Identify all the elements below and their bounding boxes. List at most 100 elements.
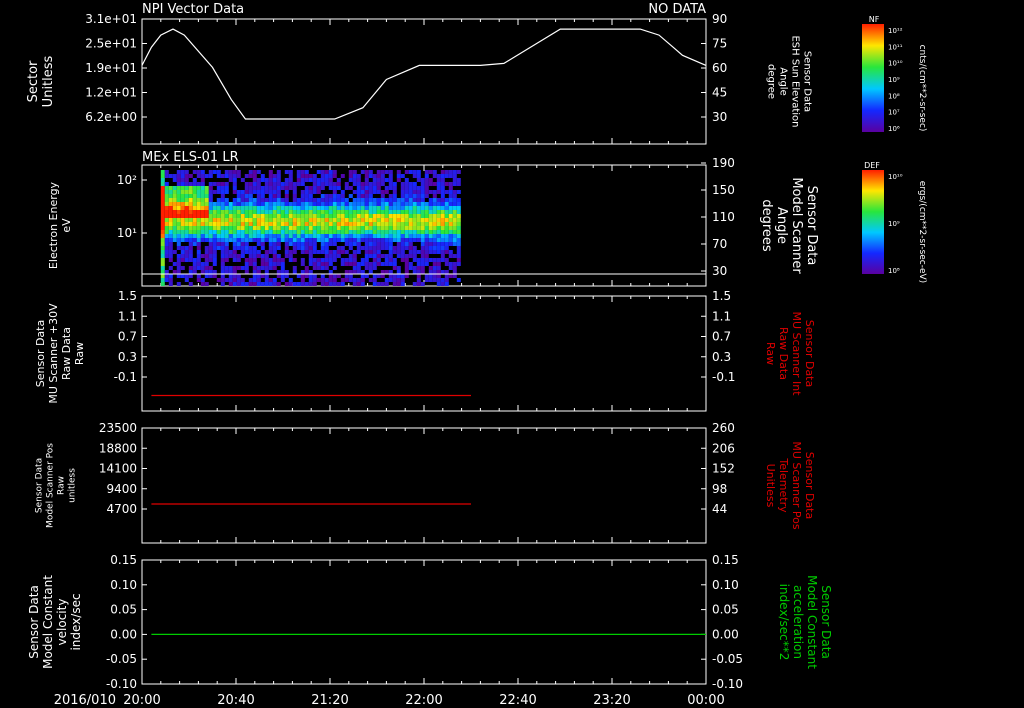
heatmap-cell (320, 218, 325, 222)
heatmap-cell (452, 242, 457, 246)
heatmap-cell (180, 206, 185, 210)
heatmap-cell (244, 190, 249, 194)
heatmap-cell (356, 214, 361, 218)
heatmap-cell (232, 198, 237, 202)
heatmap-cell (360, 262, 365, 266)
heatmap-cell (420, 250, 425, 254)
heatmap-cell (412, 198, 417, 202)
heatmap-cell (408, 202, 413, 206)
heatmap-cell (396, 246, 401, 250)
heatmap-cell (276, 242, 281, 246)
heatmap-cell (236, 258, 241, 262)
heatmap-cell (392, 226, 397, 230)
heatmap-cell (232, 226, 237, 230)
heatmap-cell (428, 230, 433, 234)
heatmap-cell (352, 222, 357, 226)
heatmap-cell (444, 226, 449, 230)
heatmap-cell (316, 214, 321, 218)
heatmap-cell (320, 226, 325, 230)
heatmap-cell (268, 258, 273, 262)
heatmap-cell (280, 214, 285, 218)
heatmap-cell (164, 218, 169, 222)
y2-tick-label: 1.5 (712, 289, 731, 303)
heatmap-cell (252, 270, 257, 274)
heatmap-cell (184, 206, 189, 210)
heatmap-cell (308, 246, 313, 250)
heatmap-cell (436, 258, 441, 262)
heatmap-cell (456, 202, 461, 206)
heatmap-cell (164, 242, 169, 246)
heatmap-cell (160, 238, 165, 242)
heatmap-cell (312, 206, 317, 210)
heatmap-cell (424, 250, 429, 254)
heatmap-cell (396, 250, 401, 254)
heatmap-cell (428, 202, 433, 206)
heatmap-cell (324, 170, 329, 174)
y-axis-label-line: velocity (55, 599, 69, 646)
y2-axis-label-line: acceleration (791, 585, 805, 659)
heatmap-cell (412, 250, 417, 254)
y2-axis-label-line: Raw Data (777, 327, 790, 380)
heatmap-cell (356, 210, 361, 214)
heatmap-cell (172, 234, 177, 238)
heatmap-cell (212, 242, 217, 246)
x-tick-label: 00:00 (687, 693, 724, 708)
heatmap-cell (420, 258, 425, 262)
heatmap-cell (264, 210, 269, 214)
heatmap-cell (384, 282, 389, 286)
y-tick-label: -0.10 (106, 677, 137, 691)
heatmap-cell (288, 238, 293, 242)
heatmap-cell (228, 206, 233, 210)
heatmap-cell (396, 230, 401, 234)
heatmap-cell (424, 174, 429, 178)
heatmap-cell (240, 266, 245, 270)
heatmap-cell (440, 234, 445, 238)
heatmap-cell (400, 198, 405, 202)
heatmap-cell (404, 242, 409, 246)
y-axis-label-line: MU Scanner +30V (47, 303, 60, 404)
heatmap-cell (452, 170, 457, 174)
heatmap-cell (452, 182, 457, 186)
heatmap-cell (244, 210, 249, 214)
heatmap-cell (244, 250, 249, 254)
heatmap-cell (276, 222, 281, 226)
heatmap-cell (188, 282, 193, 286)
heatmap-cell (412, 266, 417, 270)
heatmap-cell (336, 282, 341, 286)
heatmap-cell (380, 270, 385, 274)
heatmap-cell (332, 254, 337, 258)
heatmap-cell (264, 282, 269, 286)
heatmap-cell (456, 170, 461, 174)
y2-axis-label-line: Raw (764, 342, 777, 365)
y-axis-label-line: Raw (57, 476, 67, 495)
heatmap-cell (364, 182, 369, 186)
heatmap-cell (276, 214, 281, 218)
heatmap-cell (424, 182, 429, 186)
heatmap-cell (284, 210, 289, 214)
heatmap-cell (288, 226, 293, 230)
heatmap-cell (416, 282, 421, 286)
heatmap-cell (272, 226, 277, 230)
heatmap-cell (356, 178, 361, 182)
heatmap-cell (400, 246, 405, 250)
heatmap-cell (304, 206, 309, 210)
heatmap-cell (272, 222, 277, 226)
heatmap-cell (236, 218, 241, 222)
heatmap-cell (412, 202, 417, 206)
heatmap-cell (324, 182, 329, 186)
heatmap-cell (360, 270, 365, 274)
heatmap-cell (448, 214, 453, 218)
heatmap-cell (224, 238, 229, 242)
heatmap-cell (328, 274, 333, 278)
heatmap-cell (196, 170, 201, 174)
heatmap-cell (392, 246, 397, 250)
heatmap-cell (300, 214, 305, 218)
heatmap-cell (220, 262, 225, 266)
heatmap-cell (212, 262, 217, 266)
heatmap-cell (280, 202, 285, 206)
heatmap-cell (440, 218, 445, 222)
heatmap-cell (280, 274, 285, 278)
heatmap-cell (240, 218, 245, 222)
y-axis-label-line: Model Scanner Pos (46, 443, 56, 528)
heatmap-cell (252, 170, 257, 174)
